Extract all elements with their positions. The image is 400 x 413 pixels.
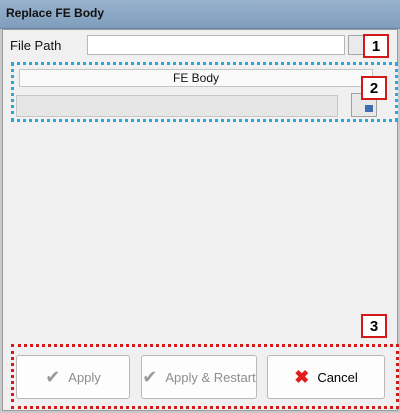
apply-restart-label: Apply & Restart [165,369,256,385]
button-bar: ✔ Apply ✔ Apply & Restart ✖ Cancel [11,344,399,409]
fe-body-header: FE Body [19,69,373,87]
callout-2: 2 [361,76,387,100]
select-icon [365,105,373,112]
fe-body-group: FE Body [11,62,398,122]
dialog-content: File Path 1 FE Body 2 3 ✔ Apply ✔ Apply … [2,29,399,411]
callout-1: 1 [363,34,389,58]
file-path-label: File Path [10,38,62,53]
callout-3: 3 [361,314,387,338]
apply-label: Apply [68,369,101,385]
title-bar: Replace FE Body [0,0,400,29]
close-icon: ✖ [294,366,310,387]
check-icon: ✔ [45,366,61,387]
check-arrow-icon: ✔ [142,366,158,387]
apply-button[interactable]: ✔ Apply [16,355,130,399]
cancel-label: Cancel [317,369,358,385]
file-path-input[interactable] [87,35,345,55]
window-title: Replace FE Body [6,6,105,20]
cancel-button[interactable]: ✖ Cancel [267,355,385,399]
apply-restart-button[interactable]: ✔ Apply & Restart [141,355,257,399]
fe-body-field[interactable] [16,95,338,117]
